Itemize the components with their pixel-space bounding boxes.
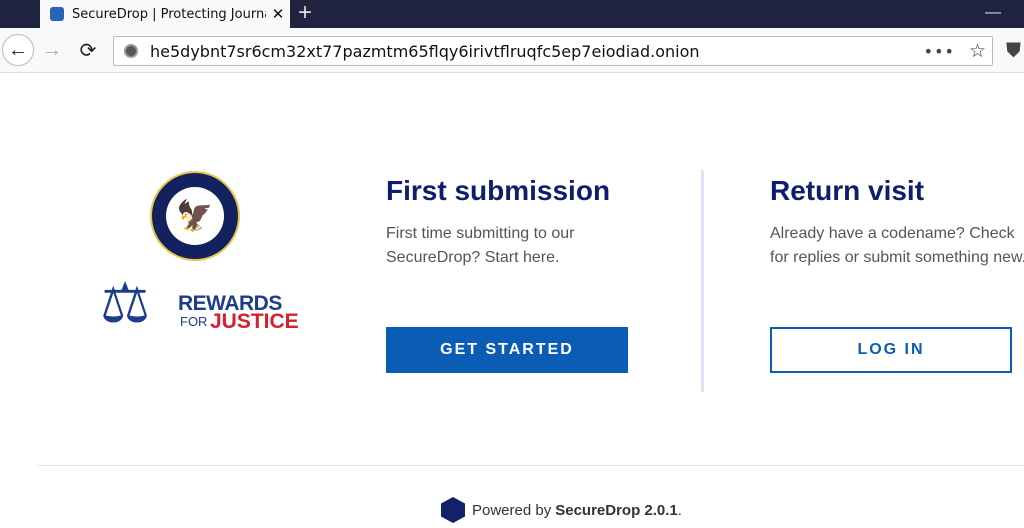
- department-of-state-seal: 🦅: [150, 171, 240, 261]
- rewards-for-justice-logo: ⚖ REWARDS FOR JUSTICE: [100, 268, 299, 343]
- page-actions-menu-icon[interactable]: •••: [924, 42, 955, 61]
- bookmark-star-icon[interactable]: ☆: [969, 40, 986, 62]
- eagle-icon: 🦅: [166, 187, 224, 245]
- log-in-button[interactable]: LOG IN: [770, 327, 1012, 373]
- forward-button[interactable]: →: [36, 34, 68, 66]
- reload-button[interactable]: ⟳: [72, 34, 104, 66]
- new-tab-button[interactable]: +: [298, 0, 312, 26]
- first-submission-line1: First time submitting to our: [386, 225, 575, 242]
- minimize-button[interactable]: —: [985, 4, 1001, 22]
- first-submission-line2: SecureDrop? Start here.: [386, 249, 560, 266]
- eagle-scales-icon: ⚖: [100, 271, 151, 334]
- footer-suffix: .: [677, 501, 682, 519]
- shield-icon[interactable]: ⛊: [1006, 40, 1021, 63]
- first-submission-title: First submission: [386, 175, 611, 206]
- securedrop-favicon-icon: [50, 7, 64, 21]
- return-visit-line1: Already have a codename? Check: [770, 225, 1015, 242]
- nav-toolbar: ← → ⟳ he5dybnt7sr6cm32xt77pazmtm65flqy6i…: [0, 28, 1024, 73]
- rfj-for: FOR: [180, 314, 208, 329]
- onion-icon[interactable]: [124, 44, 138, 58]
- rfj-justice: JUSTICE: [210, 310, 299, 333]
- tab-title: SecureDrop | Protecting Journalists and …: [72, 6, 266, 22]
- return-visit-title: Return visit: [770, 175, 925, 206]
- return-visit-line2: for replies or submit something new.: [770, 249, 1024, 266]
- footer: Powered by SecureDrop 2.0.1 .: [441, 497, 682, 523]
- close-tab-icon[interactable]: ✕: [266, 5, 290, 23]
- tab-securedrop[interactable]: SecureDrop | Protecting Journalists and …: [40, 0, 290, 28]
- column-divider: [701, 170, 704, 392]
- get-started-button[interactable]: GET STARTED: [386, 327, 628, 373]
- back-button[interactable]: ←: [2, 34, 34, 66]
- footer-prefix: Powered by: [472, 501, 552, 519]
- url-text[interactable]: he5dybnt7sr6cm32xt77pazmtm65flqy6irivtfl…: [150, 42, 924, 61]
- tab-bar: SecureDrop | Protecting Journalists and …: [0, 0, 1024, 28]
- securedrop-logo-icon: [441, 497, 465, 523]
- address-bar[interactable]: he5dybnt7sr6cm32xt77pazmtm65flqy6irivtfl…: [113, 36, 993, 66]
- footer-divider: [38, 465, 1024, 466]
- footer-product: SecureDrop 2.0.1: [555, 501, 678, 519]
